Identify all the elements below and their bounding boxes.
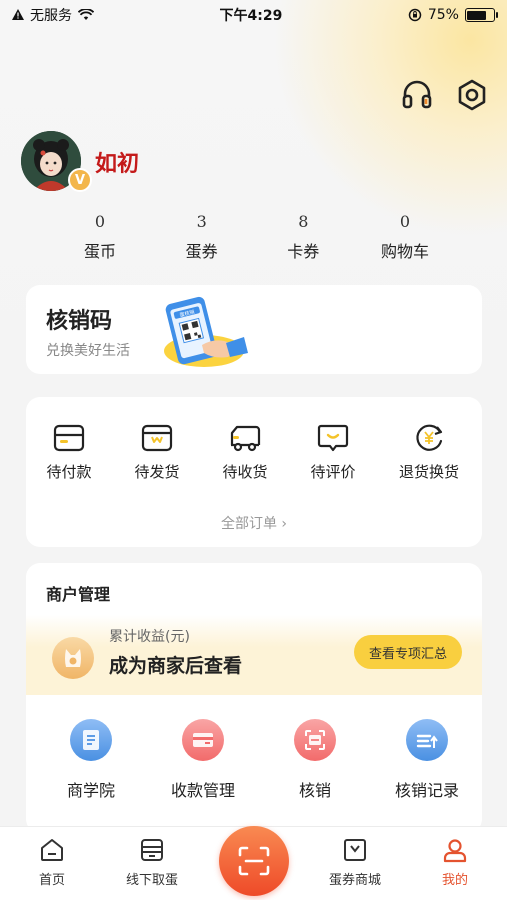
- view-summary-button[interactable]: 查看专项汇总: [354, 635, 462, 669]
- tab-label: 我的: [441, 873, 468, 888]
- orientation-lock-icon: [408, 8, 422, 22]
- vip-badge: V: [68, 168, 92, 192]
- stat-value: 8: [298, 212, 309, 231]
- status-bar: 无服务 下午4:29 75%: [0, 0, 507, 30]
- status-left: 无服务: [12, 5, 94, 25]
- order-label: 待发货: [134, 463, 180, 481]
- merchant-title: 商户管理: [46, 585, 111, 604]
- truck-icon: [230, 425, 261, 452]
- scan-icon: [294, 719, 336, 761]
- stats-row: 0 蛋币 3 蛋券 8 卡券 0 购物车: [55, 212, 450, 262]
- tool-business-school[interactable]: 商学院: [36, 719, 146, 801]
- order-pending-payment[interactable]: 待付款: [29, 423, 109, 482]
- order-label: 待收货: [222, 463, 268, 481]
- merchant-card: 商户管理 累计收益(元) 成为商家后查看 查看专项汇总 商学院 收款管理 核销 …: [26, 563, 482, 833]
- card-icon: [182, 719, 224, 761]
- stat-value: 3: [196, 212, 207, 231]
- stat-cart[interactable]: 0 购物车: [360, 212, 450, 262]
- earnings-label: 累计收益(元): [109, 629, 190, 645]
- stat-label: 蛋券: [185, 242, 218, 261]
- store-icon: [141, 839, 163, 861]
- tab-offline-pickup[interactable]: 线下取蛋: [107, 837, 197, 888]
- username[interactable]: 如初: [95, 146, 139, 178]
- tool-verify-records[interactable]: 核销记录: [372, 719, 482, 801]
- earnings-icon: [52, 637, 94, 679]
- clock: 下午4:29: [219, 8, 283, 24]
- tab-label: 线下取蛋: [125, 873, 178, 888]
- order-pending-review[interactable]: 待评价: [293, 423, 373, 482]
- orders-card: 待付款 待发货 待收货 待评价 退货换货 全部订单 ›: [26, 397, 482, 547]
- order-returns[interactable]: 退货换货: [389, 423, 469, 482]
- status-right: 75%: [408, 7, 498, 23]
- stat-label: 购物车: [380, 242, 429, 261]
- profile-icon: [443, 839, 467, 863]
- phone-qr-illustration: 蛋核销: [164, 296, 248, 367]
- refund-icon: [416, 424, 443, 451]
- stat-value: 0: [94, 212, 106, 231]
- verify-code-card[interactable]: 核销码 兑换美好生活 蛋核销: [26, 285, 482, 374]
- tab-mine[interactable]: 我的: [410, 837, 500, 888]
- stat-value: 0: [399, 212, 411, 231]
- wifi-icon: [78, 9, 94, 20]
- tab-coupon-mall[interactable]: 蛋券商城: [310, 837, 400, 888]
- tool-label: 收款管理: [170, 781, 235, 800]
- tool-verify[interactable]: 核销: [260, 719, 370, 801]
- package-icon: [141, 424, 173, 452]
- headset-icon[interactable]: [400, 78, 434, 112]
- stat-card-coupons[interactable]: 8 卡券: [258, 212, 348, 262]
- tool-label: 核销记录: [394, 781, 459, 800]
- battery-icon: [464, 8, 498, 22]
- tool-label: 商学院: [66, 781, 115, 800]
- warning-icon: [12, 9, 24, 20]
- scan-button[interactable]: [219, 826, 289, 896]
- tab-label: 蛋券商城: [328, 873, 381, 888]
- wallet-icon: [53, 424, 85, 452]
- settings-icon[interactable]: [455, 78, 489, 112]
- order-label: 退货换货: [398, 463, 459, 481]
- order-label: 待评价: [310, 463, 356, 481]
- order-label: 待付款: [46, 463, 92, 481]
- battery-level: [467, 10, 487, 20]
- document-icon: [70, 719, 112, 761]
- record-icon: [406, 719, 448, 761]
- tool-label: 核销: [298, 781, 331, 800]
- all-orders-link[interactable]: 全部订单 ›: [26, 513, 482, 533]
- stat-label: 蛋币: [83, 242, 116, 261]
- comment-icon: [317, 424, 349, 452]
- mall-icon: [344, 839, 366, 861]
- tab-home[interactable]: 首页: [7, 837, 97, 888]
- carrier-label: 无服务: [30, 8, 72, 24]
- verify-title: 核销码: [46, 309, 113, 334]
- order-pending-receipt[interactable]: 待收货: [205, 423, 285, 482]
- battery-percent: 75%: [427, 7, 459, 23]
- verify-subtitle: 兑换美好生活: [46, 343, 130, 359]
- order-pending-shipment[interactable]: 待发货: [117, 423, 197, 482]
- scan-icon: [238, 846, 270, 876]
- stat-egg-coupons[interactable]: 3 蛋券: [157, 212, 247, 262]
- home-icon: [41, 839, 63, 861]
- stat-egg-coins[interactable]: 0 蛋币: [55, 212, 145, 262]
- earnings-value: 成为商家后查看: [109, 655, 243, 677]
- stat-label: 卡券: [287, 242, 320, 261]
- tab-label: 首页: [38, 873, 65, 888]
- tool-payment-management[interactable]: 收款管理: [148, 719, 258, 801]
